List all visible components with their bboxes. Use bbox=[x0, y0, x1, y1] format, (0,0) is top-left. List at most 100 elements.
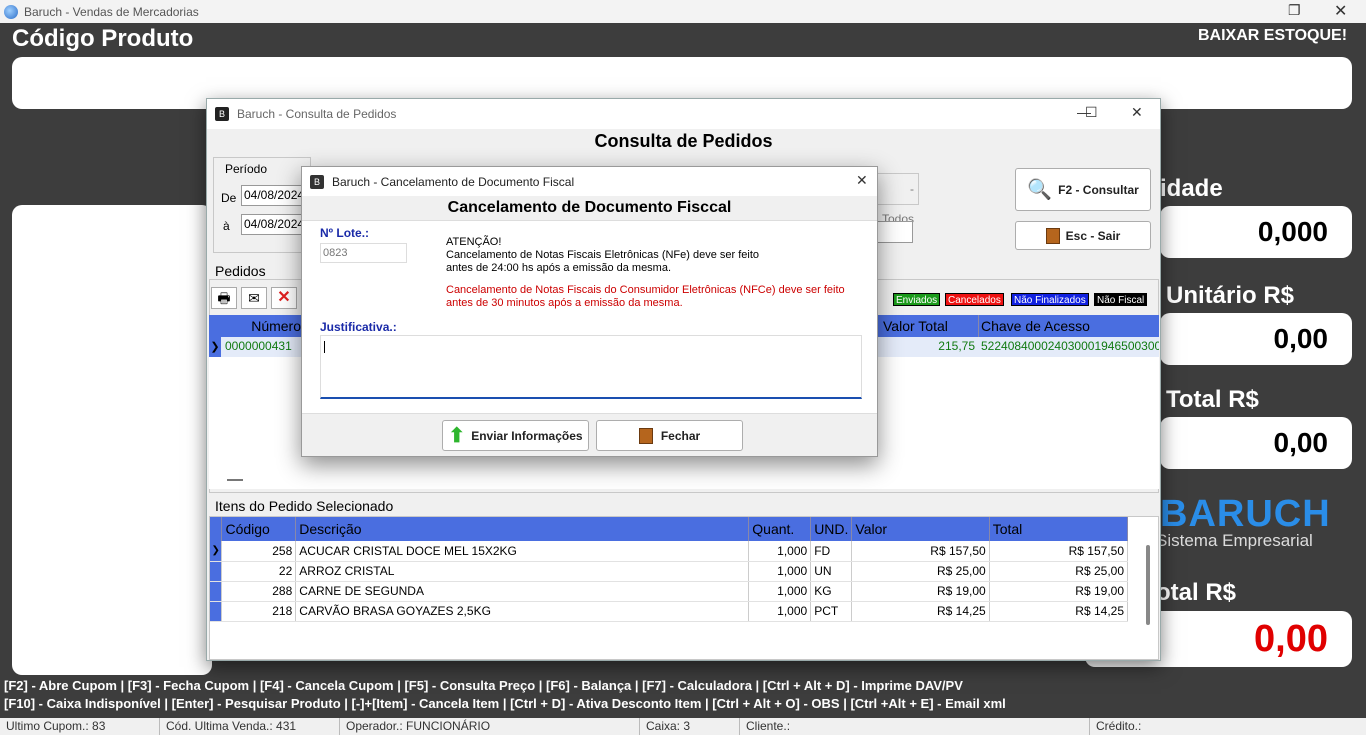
de-label: De bbox=[221, 191, 237, 205]
itens-label: Itens do Pedido Selecionado bbox=[215, 498, 394, 514]
magnifier-icon: 🔍 bbox=[1027, 179, 1053, 201]
nfce-text: Cancelamento de Notas Fiscais do Consumi… bbox=[446, 284, 845, 310]
item-descricao: CARVÃO BRASA GOYAZES 2,5KG bbox=[295, 601, 750, 622]
nfce-line-2: antes de 30 minutos após a emissão da me… bbox=[446, 297, 683, 309]
consulta-heading: Consulta de Pedidos bbox=[594, 131, 773, 151]
restore-icon[interactable]: ❐ bbox=[1288, 2, 1301, 19]
pedido-valor: 215,75 bbox=[938, 339, 975, 353]
email-icon[interactable]: ✉ bbox=[241, 287, 267, 309]
status-caixa: Caixa: 3 bbox=[640, 718, 740, 735]
close-icon[interactable]: ✕ bbox=[1131, 104, 1143, 121]
quantidade-value: 0,000 bbox=[1160, 206, 1352, 258]
status-ultimo-cupom: Ultimo Cupom.: 83 bbox=[0, 718, 160, 735]
baruch-logo: BARUCH bbox=[1160, 493, 1331, 535]
maximize-icon[interactable]: ☐ bbox=[1085, 104, 1098, 121]
item-und: FD bbox=[810, 541, 853, 562]
total-label: Total R$ bbox=[1166, 386, 1259, 413]
enviar-button-label: Enviar Informações bbox=[471, 428, 583, 443]
col-chave[interactable]: Chave de Acesso bbox=[979, 315, 1159, 337]
item-valor: R$ 14,25 bbox=[851, 601, 990, 622]
item-total: R$ 14,25 bbox=[989, 601, 1129, 622]
itens-table: Código Descrição Quant. UND. Valor Total… bbox=[210, 517, 1129, 622]
item-row[interactable]: 22 ARROZ CRISTAL 1,000 UN R$ 25,00 R$ 25,00 bbox=[210, 561, 1129, 582]
col-numero[interactable]: Número bbox=[223, 315, 305, 337]
justificativa-textarea[interactable] bbox=[320, 335, 862, 399]
close-icon[interactable]: ✕ bbox=[856, 172, 868, 189]
atencao-title: ATENÇÃO! bbox=[446, 236, 502, 248]
cancelamento-dialog: B Baruch - Cancelamento de Documento Fis… bbox=[301, 166, 878, 457]
dialog-title: Baruch - Cancelamento de Documento Fisca… bbox=[332, 174, 575, 189]
door-icon bbox=[638, 427, 653, 444]
col-und[interactable]: UND. bbox=[810, 517, 853, 541]
col-valor-total[interactable]: Valor Total bbox=[879, 315, 979, 337]
codigo-produto-label: Código Produto bbox=[12, 25, 194, 52]
fechar-button-label: Fechar bbox=[660, 428, 701, 443]
item-total: R$ 19,00 bbox=[989, 581, 1129, 602]
filter-input[interactable] bbox=[877, 221, 913, 243]
a-label: à bbox=[223, 219, 230, 233]
col-total[interactable]: Total bbox=[989, 517, 1129, 541]
tag-enviados: Enviados bbox=[893, 293, 941, 306]
item-descricao: ACUCAR CRISTAL DOCE MEL 15X2KG bbox=[295, 541, 750, 562]
col-codigo[interactable]: Código bbox=[221, 517, 297, 541]
logo-subtitle: Sistema Empresarial bbox=[1156, 531, 1313, 550]
arrow-up-icon: ⬆ bbox=[448, 425, 466, 447]
row-indicator bbox=[210, 561, 223, 582]
cancel-icon[interactable]: ✕ bbox=[271, 287, 297, 309]
item-quant: 1,000 bbox=[748, 561, 812, 582]
consultar-button[interactable]: 🔍 F2 - Consultar bbox=[1015, 168, 1151, 211]
close-icon[interactable]: ✕ bbox=[1334, 1, 1347, 21]
lote-label: Nº Lote.: bbox=[320, 226, 370, 240]
item-descricao: CARNE DE SEGUNDA bbox=[295, 581, 750, 602]
item-total: R$ 25,00 bbox=[989, 561, 1129, 582]
product-image-panel bbox=[12, 205, 212, 675]
status-cod-ultima-venda: Cód. Ultima Venda.: 431 bbox=[160, 718, 340, 735]
item-codigo: 218 bbox=[221, 601, 297, 622]
item-codigo: 22 bbox=[221, 561, 297, 582]
lote-input[interactable]: 0823 bbox=[320, 243, 407, 263]
status-operador: Operador.: FUNCIONÁRIO bbox=[340, 718, 640, 735]
itens-body: ❯ 258 ACUCAR CRISTAL DOCE MEL 15X2KG 1,000 F… bbox=[210, 541, 1129, 622]
dialog-heading: Cancelamento de Documento Fisccal bbox=[447, 199, 732, 216]
col-quant[interactable]: Quant. bbox=[748, 517, 812, 541]
itens-corner bbox=[210, 517, 223, 541]
item-row[interactable]: ❯ 258 ACUCAR CRISTAL DOCE MEL 15X2KG 1,000 F… bbox=[210, 541, 1129, 562]
sair-button-label: Esc - Sair bbox=[1065, 228, 1121, 243]
scrollbar-thumb[interactable] bbox=[1146, 545, 1150, 625]
enviar-button[interactable]: ⬆ Enviar Informações bbox=[442, 420, 589, 451]
itens-grid[interactable]: Código Descrição Quant. UND. Valor Total… bbox=[209, 516, 1159, 660]
row-indicator bbox=[210, 581, 223, 602]
pedido-numero: 0000000431 bbox=[225, 339, 292, 353]
pedido-chave: 522408400024030001946500300 bbox=[981, 339, 1159, 353]
item-quant: 1,000 bbox=[748, 601, 812, 622]
valor-unitario-label: Unitário R$ bbox=[1166, 282, 1295, 309]
nfe-line-1: Cancelamento de Notas Fiscais Eletrônica… bbox=[446, 249, 760, 261]
item-valor: R$ 25,00 bbox=[851, 561, 990, 582]
print-icon[interactable]: 🖶 bbox=[211, 287, 237, 309]
row-indicator bbox=[210, 601, 223, 622]
sair-button[interactable]: Esc - Sair bbox=[1015, 221, 1151, 250]
nfce-line-1: Cancelamento de Notas Fiscais do Consumi… bbox=[446, 284, 845, 296]
item-und: PCT bbox=[810, 601, 853, 622]
item-row[interactable]: 288 CARNE DE SEGUNDA 1,000 KG R$ 19,00 R$ 19,… bbox=[210, 581, 1129, 602]
valor-unitario-value: 0,00 bbox=[1160, 313, 1352, 365]
window-title: Baruch - Vendas de Mercadorias bbox=[24, 4, 199, 19]
periodo-label: Período bbox=[225, 162, 268, 176]
consultar-button-label: F2 - Consultar bbox=[1058, 182, 1139, 197]
col-descricao[interactable]: Descrição bbox=[295, 517, 750, 541]
item-row[interactable]: 218 CARVÃO BRASA GOYAZES 2,5KG 1,000 PCT R$ … bbox=[210, 601, 1129, 622]
tag-nao-fiscal: Não Fiscal bbox=[1094, 293, 1148, 306]
grand-total-label: otal R$ bbox=[1156, 579, 1237, 606]
fechar-button[interactable]: Fechar bbox=[596, 420, 743, 451]
baixar-estoque-label: BAIXAR ESTOQUE! bbox=[1198, 27, 1348, 44]
text-cursor bbox=[324, 341, 325, 353]
filter-todos[interactable]: - Todos bbox=[877, 173, 919, 226]
consulta-title: Baruch - Consulta de Pedidos bbox=[237, 107, 397, 121]
shortcuts-bar: [F2] - Abre Cupom | [F3] - Fecha Cupom |… bbox=[0, 677, 1366, 717]
col-valor[interactable]: Valor bbox=[851, 517, 990, 541]
consulta-titlebar: B Baruch - Consulta de Pedidos — ☐ ✕ bbox=[207, 99, 1160, 129]
splitter-handle[interactable] bbox=[227, 479, 243, 481]
row-indicator-icon: ❯ bbox=[209, 337, 221, 357]
shortcuts-line-2: [F10] - Caixa Indisponível | [Enter] - P… bbox=[4, 696, 1006, 711]
item-codigo: 258 bbox=[221, 541, 297, 562]
